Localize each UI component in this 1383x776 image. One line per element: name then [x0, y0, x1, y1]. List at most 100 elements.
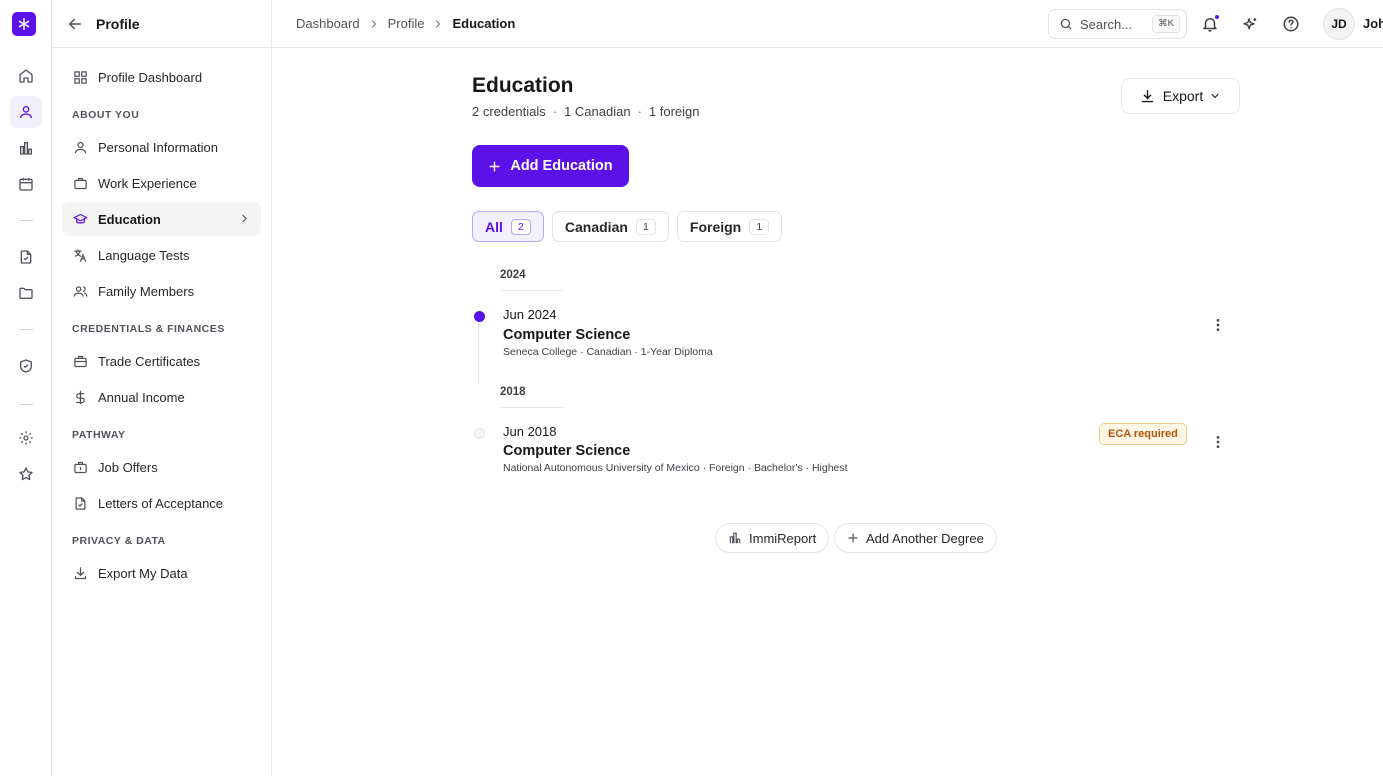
- section-credentials-finances: CREDENTIALS & FINANCES: [72, 323, 225, 335]
- add-another-degree-button[interactable]: Add Another Degree: [834, 523, 997, 553]
- plus-icon: [488, 160, 501, 173]
- user-icon: [72, 139, 88, 155]
- sidebar-item-annual-income[interactable]: Annual Income: [62, 380, 261, 414]
- add-education-label: Add Education: [510, 158, 613, 174]
- top-bar: Dashboard Profile Education Search... ⌘K…: [272, 0, 1383, 48]
- briefcase-icon: [72, 175, 88, 191]
- sidebar-item-label: Letters of Acceptance: [98, 495, 224, 511]
- rail-divider: [19, 220, 33, 221]
- sidebar-item-label: Trade Certificates: [98, 353, 201, 369]
- immireport-button[interactable]: ImmiReport: [715, 523, 830, 553]
- chevron-down-icon: [1209, 90, 1221, 102]
- sidebar-item-personal-information[interactable]: Personal Information: [62, 130, 261, 164]
- credentials-summary: 2 credentials · 1 Canadian · 1 foreign: [472, 104, 700, 119]
- profile-sidebar: Profile Profile Dashboard ABOUT YOU Pers…: [52, 0, 272, 776]
- folder-icon[interactable]: [10, 277, 42, 309]
- sidebar-item-label: Work Experience: [98, 175, 197, 191]
- sidebar-item-label: Job Offers: [98, 459, 158, 475]
- sidebar-title: Profile: [96, 16, 140, 32]
- home-icon[interactable]: [10, 60, 42, 92]
- tab-canadian[interactable]: Canadian 1: [551, 211, 669, 242]
- entry-title[interactable]: Computer Science: [503, 327, 630, 343]
- entry-title[interactable]: Computer Science: [503, 443, 630, 459]
- sparkles-icon[interactable]: [1238, 12, 1262, 36]
- year-heading: 2024: [500, 269, 526, 281]
- tab-label: Canadian: [564, 218, 628, 235]
- section-pathway: PATHWAY: [72, 429, 126, 441]
- star-icon[interactable]: [10, 458, 42, 490]
- chart-icon[interactable]: [10, 132, 42, 164]
- more-vertical-icon[interactable]: [1208, 315, 1228, 335]
- sidebar-item-job-offers[interactable]: Job Offers: [62, 450, 261, 484]
- calendar-icon[interactable]: [10, 168, 42, 200]
- sidebar-item-label: Language Tests: [98, 247, 190, 263]
- summary-total: 2 credentials: [472, 104, 546, 119]
- summary-separator: ·: [637, 104, 642, 119]
- export-label: Export: [1162, 88, 1204, 104]
- download-icon: [72, 565, 88, 581]
- asterisk-logo[interactable]: [12, 12, 36, 36]
- sidebar-item-profile-dashboard[interactable]: Profile Dashboard: [62, 60, 261, 94]
- dollar-icon: [72, 389, 88, 405]
- sidebar-item-letters-of-acceptance[interactable]: Letters of Acceptance: [62, 486, 261, 520]
- summary-foreign: 1 foreign: [648, 104, 700, 119]
- settings-icon[interactable]: [10, 422, 42, 454]
- translate-icon: [72, 247, 88, 263]
- rail-divider: [19, 404, 33, 405]
- sidebar-item-work-experience[interactable]: Work Experience: [62, 166, 261, 200]
- export-button[interactable]: Export: [1121, 78, 1240, 114]
- breadcrumb-current: Education: [452, 16, 516, 31]
- breadcrumb-dashboard[interactable]: Dashboard: [296, 16, 360, 31]
- year-divider: [500, 407, 564, 408]
- chevron-right-icon: [238, 212, 251, 225]
- icon-rail: [0, 0, 52, 776]
- immireport-label: ImmiReport: [749, 530, 817, 546]
- avatar[interactable]: JD: [1323, 8, 1355, 40]
- sidebar-item-trade-certificates[interactable]: Trade Certificates: [62, 344, 261, 378]
- eca-required-badge: ECA required: [1099, 423, 1187, 445]
- tab-label: Foreign: [689, 218, 742, 235]
- sidebar-item-language-tests[interactable]: Language Tests: [62, 238, 261, 272]
- bell-icon[interactable]: [1198, 12, 1222, 36]
- search-shortcut: ⌘K: [1152, 15, 1180, 33]
- tab-label: All: [485, 218, 503, 235]
- user-icon[interactable]: [10, 96, 42, 128]
- year-heading: 2018: [500, 386, 526, 398]
- sidebar-header: Profile: [52, 0, 271, 48]
- breadcrumb-profile[interactable]: Profile: [388, 16, 425, 31]
- add-another-degree-label: Add Another Degree: [866, 530, 984, 546]
- shield-check-icon[interactable]: [10, 350, 42, 382]
- grid-icon: [72, 69, 88, 85]
- sidebar-item-export-my-data[interactable]: Export My Data: [62, 556, 261, 590]
- chevron-right-icon: [368, 18, 380, 30]
- sidebar-item-family-members[interactable]: Family Members: [62, 274, 261, 308]
- tab-foreign[interactable]: Foreign 1: [676, 211, 783, 242]
- notification-dot: [1214, 14, 1220, 20]
- tab-all[interactable]: All 2: [472, 211, 544, 242]
- help-circle-icon[interactable]: [1279, 12, 1303, 36]
- entry-meta: National Autonomous University of Mexico…: [503, 462, 848, 474]
- search-placeholder: Search...: [1080, 16, 1133, 32]
- more-vertical-icon[interactable]: [1208, 432, 1228, 452]
- sidebar-item-label: Family Members: [98, 283, 195, 299]
- add-education-button[interactable]: Add Education: [472, 145, 629, 187]
- summary-canadian: 1 Canadian: [564, 104, 631, 119]
- entry-meta: Seneca College · Canadian · 1-Year Diplo…: [503, 346, 713, 358]
- sidebar-item-label: Export My Data: [98, 565, 188, 581]
- sidebar-item-label: Personal Information: [98, 139, 218, 155]
- certificate-icon: [72, 353, 88, 369]
- search-input[interactable]: Search... ⌘K: [1048, 9, 1187, 39]
- entry-date: Jun 2024: [503, 307, 557, 322]
- sidebar-item-label: Profile Dashboard: [98, 69, 203, 85]
- chevron-right-icon: [432, 18, 444, 30]
- sidebar-item-label: Annual Income: [98, 389, 185, 405]
- file-check-icon: [72, 495, 88, 511]
- user-name[interactable]: John: [1363, 16, 1383, 31]
- rail-divider: [19, 329, 33, 330]
- tab-count: 1: [635, 218, 656, 235]
- file-check-icon[interactable]: [10, 241, 42, 273]
- download-icon: [1140, 89, 1155, 104]
- chart-icon: [728, 531, 742, 545]
- sidebar-item-education[interactable]: Education: [62, 202, 261, 236]
- back-arrow-icon[interactable]: [66, 15, 84, 33]
